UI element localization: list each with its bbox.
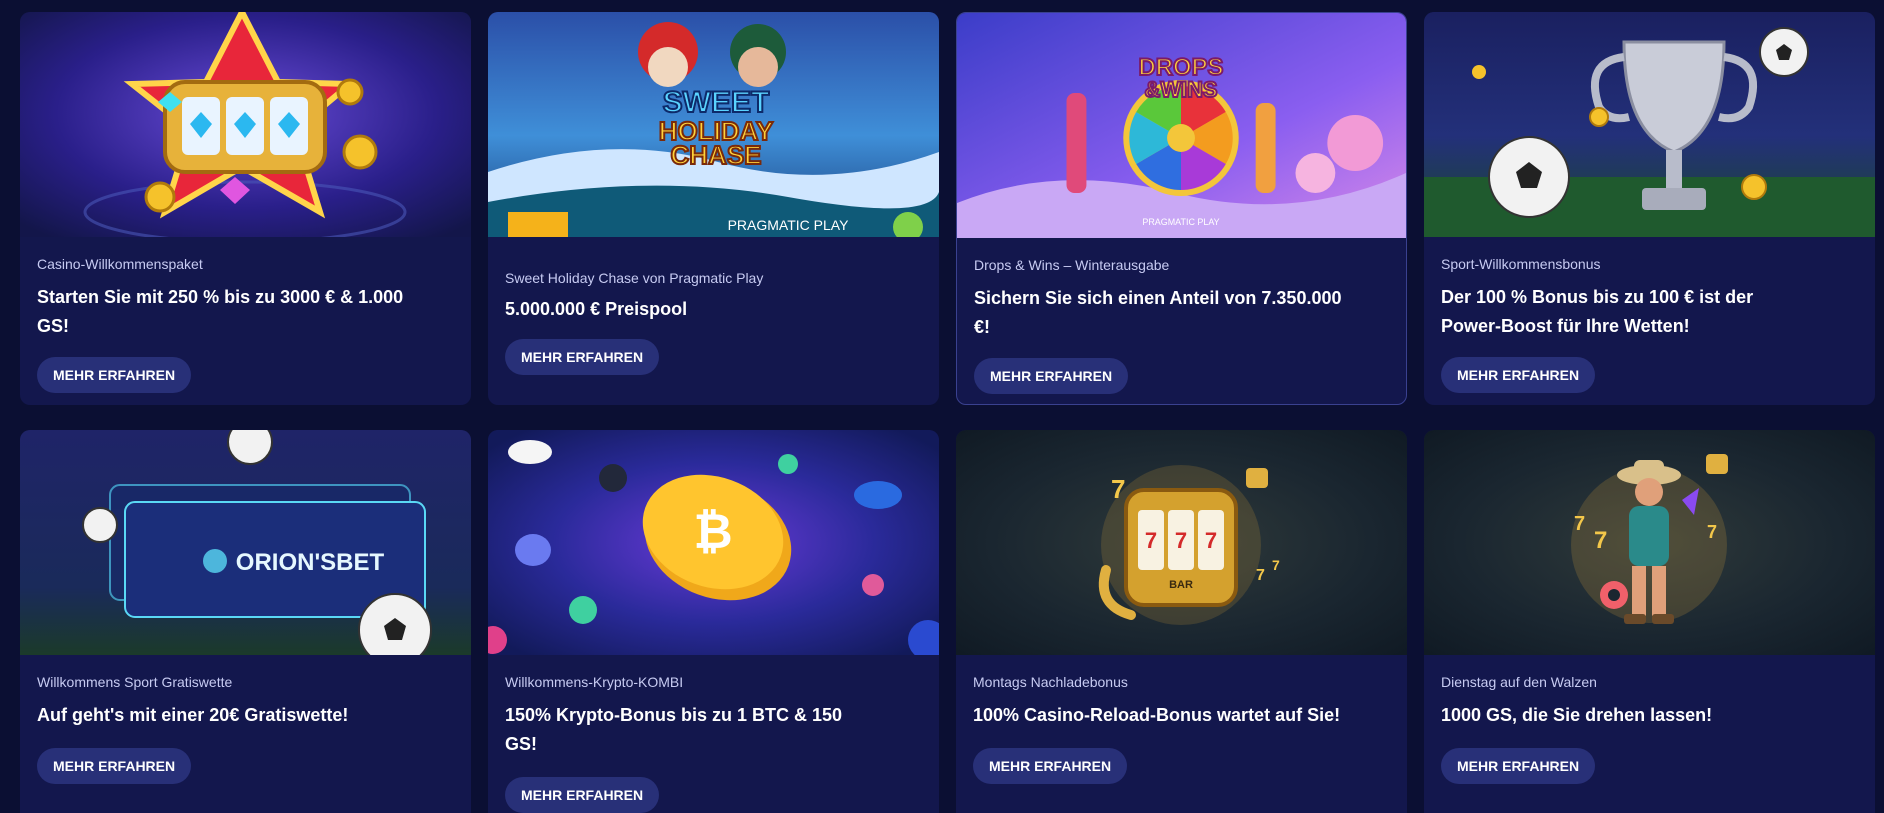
learn-more-button[interactable]: MEHR ERFAHREN [974, 358, 1129, 394]
learn-more-button[interactable]: MEHR ERFAHREN [1441, 357, 1596, 393]
promo-card-drops-wins[interactable]: DROPS &WINS PRAGMATIC PLAY Drops & Wins … [956, 12, 1407, 405]
promo-card-casino-welcome[interactable]: Casino-Willkommenspaket Starten Sie mit … [20, 12, 471, 405]
promo-image-golden-slot: 7 7 7 BAR 7 7 7 [956, 430, 1407, 655]
learn-more-button[interactable]: MEHR ERFAHREN [505, 777, 660, 813]
reel-seven-3: 7 [1205, 528, 1217, 553]
promo-tag: Sport-Willkommensbonus [1441, 256, 1601, 272]
promo-tag: Willkommens-Krypto-KOMBI [505, 674, 684, 690]
pragmatic-play-logo-text: PRAGMATIC PLAY [1142, 217, 1219, 227]
pragmatic-play-logo-text: PRAGMATIC PLAY [728, 217, 850, 233]
svg-text:₿: ₿ [693, 506, 732, 559]
promo-image-trophy [1424, 12, 1875, 237]
promo-title: Der 100 % Bonus bis zu 100 € ist der Pow… [1441, 287, 1754, 336]
banner-text-wins: &WINS [1145, 77, 1218, 102]
promo-tag: Montags Nachladebonus [973, 674, 1128, 690]
banner-text-chase: CHASE [670, 140, 761, 170]
promo-title: Sichern Sie sich einen Anteil von 7.350.… [974, 288, 1342, 337]
promo-title: Starten Sie mit 250 % bis zu 3000 € & 1.… [37, 287, 404, 336]
svg-text:7: 7 [1574, 513, 1585, 535]
reel-seven-1: 7 [1145, 528, 1157, 553]
promo-tag: Dienstag auf den Walzen [1441, 674, 1597, 690]
promo-card-sport-free-bet[interactable]: ORION'SBET Willkommens Sport Gratiswette… [20, 430, 471, 813]
promo-card-sweet-holiday-chase[interactable]: SWEET HOLIDAY CHASE PRAGMATIC PLAY Sweet… [488, 12, 939, 405]
promo-image-slot-star [20, 12, 471, 237]
reel-bar-symbol: BAR [1169, 579, 1193, 591]
banner-text-sweet: SWEET [663, 86, 770, 119]
svg-text:7: 7 [1707, 522, 1717, 542]
promo-tag: Casino-Willkommenspaket [37, 256, 203, 272]
promo-card-sport-welcome[interactable]: Sport-Willkommensbonus Der 100 % Bonus b… [1424, 12, 1875, 405]
orionsbet-logo-text: ORION'SBET [236, 549, 385, 576]
promo-card-tuesday-reels[interactable]: 7 7 7 Dienstag auf den Walzen 1000 GS, d… [1424, 430, 1875, 813]
promo-tag: Willkommens Sport Gratiswette [37, 674, 233, 690]
promotions-grid: Casino-Willkommenspaket Starten Sie mit … [20, 12, 1876, 813]
promo-image-orionsbet-ticket: ORION'SBET [20, 430, 471, 655]
promo-title: 150% Krypto-Bonus bis zu 1 BTC & 150 GS! [505, 705, 843, 754]
promo-card-crypto-combo[interactable]: ₿ Willkommens-Krypto-KOMBI 150% Krypto-B… [488, 430, 939, 813]
promo-title: 100% Casino-Reload-Bonus wartet auf Sie! [973, 705, 1341, 725]
promo-image-cowboy: 7 7 7 [1424, 430, 1875, 655]
promo-image-sweet-holiday: SWEET HOLIDAY CHASE PRAGMATIC PLAY [488, 12, 939, 237]
learn-more-button[interactable]: MEHR ERFAHREN [1441, 748, 1596, 784]
svg-text:7: 7 [1111, 474, 1125, 504]
promo-tag: Sweet Holiday Chase von Pragmatic Play [505, 270, 764, 286]
promo-title: 1000 GS, die Sie drehen lassen! [1441, 705, 1713, 725]
promo-image-drops-wins: DROPS &WINS PRAGMATIC PLAY [957, 13, 1406, 238]
svg-text:7: 7 [1594, 527, 1607, 554]
promo-title: Auf geht's mit einer 20€ Gratiswette! [37, 705, 349, 725]
promo-card-monday-reload[interactable]: 7 7 7 BAR 7 7 7 Montags Nachladebonus 10… [956, 430, 1407, 813]
svg-text:7: 7 [1272, 557, 1280, 573]
svg-text:7: 7 [1256, 567, 1265, 584]
reel-seven-2: 7 [1175, 528, 1187, 553]
learn-more-button[interactable]: MEHR ERFAHREN [973, 748, 1128, 784]
learn-more-button[interactable]: MEHR ERFAHREN [37, 357, 192, 393]
learn-more-button[interactable]: MEHR ERFAHREN [37, 748, 192, 784]
promo-tag: Drops & Wins – Winterausgabe [974, 257, 1170, 273]
promo-image-bitcoin: ₿ [488, 430, 939, 655]
learn-more-button[interactable]: MEHR ERFAHREN [505, 339, 660, 375]
promo-title: 5.000.000 € Preispool [505, 299, 688, 319]
